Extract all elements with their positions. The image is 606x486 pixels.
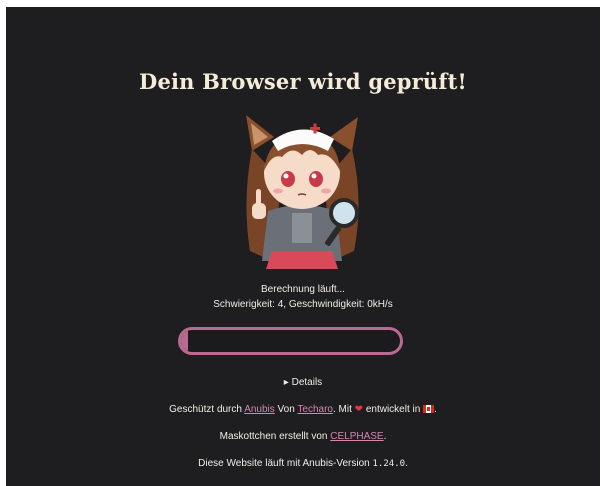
version-number: 1.24.0: [372, 459, 406, 469]
progress-bar: [178, 327, 403, 355]
details-label: Details: [291, 377, 323, 388]
footer-version: Diese Website läuft mit Anubis-Version 1…: [198, 458, 408, 469]
progress-bar-fill: [181, 330, 188, 352]
triangle-right-icon: ▸: [283, 377, 289, 388]
canada-flag-icon: [423, 405, 435, 413]
footer-mascot-credit: Maskottchen erstellt von CELPHASE.: [219, 431, 387, 442]
footer-protection: Geschützt durch Anubis Von Techaro. Mit …: [169, 404, 437, 415]
status-text: Berechnung läuft... Schwierigkeit: 4, Ge…: [6, 282, 600, 312]
heart-icon: ❤: [354, 404, 364, 415]
celphase-link[interactable]: CELPHASE: [330, 431, 383, 442]
status-difficulty: Schwierigkeit: 4, Geschwindigkeit: 0kH/s: [213, 299, 393, 310]
status-calculating: Berechnung läuft...: [261, 284, 345, 295]
page-frame: Dein Browser wird geprüft! Berechnung lä…: [6, 7, 600, 486]
anubis-link[interactable]: Anubis: [244, 404, 275, 415]
details-toggle[interactable]: ▸ Details: [6, 377, 600, 388]
mascot-image: [246, 115, 359, 269]
page-title: Dein Browser wird geprüft!: [139, 69, 467, 94]
techaro-link[interactable]: Techaro: [297, 404, 333, 415]
